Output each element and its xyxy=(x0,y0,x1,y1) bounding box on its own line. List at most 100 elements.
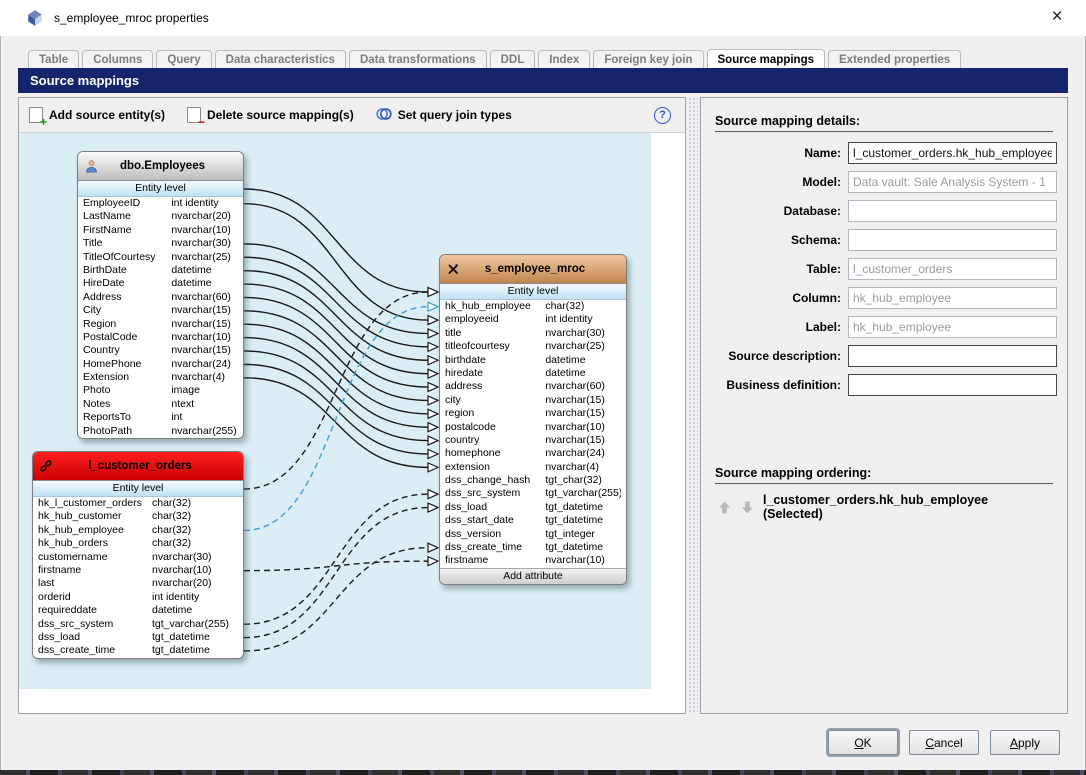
attr-row[interactable]: postalcode nvarchar(10) xyxy=(440,420,626,434)
move-up-icon[interactable] xyxy=(717,500,732,515)
attr-row[interactable]: dss_src_system tgt_varchar(255) xyxy=(440,487,626,501)
move-down-icon[interactable] xyxy=(740,500,755,515)
schema-input xyxy=(848,229,1057,251)
delete-mapping-label: Delete source mapping(s) xyxy=(207,108,354,122)
attr-row[interactable]: LastName nvarchar(20) xyxy=(78,210,243,224)
mapping-wire[interactable] xyxy=(243,560,429,572)
attr-row[interactable]: customername nvarchar(30) xyxy=(33,550,243,564)
attr-row[interactable]: Country nvarchar(15) xyxy=(78,344,243,358)
attr-row[interactable]: dss_change_hash tgt_char(32) xyxy=(440,474,626,488)
entity-l-customer-orders[interactable]: l_customer_orders Entity level hk_l_custom… xyxy=(32,451,244,659)
mapping-canvas[interactable]: dbo.Employees Entity level EmployeeID int i… xyxy=(19,133,651,689)
mapping-wire[interactable] xyxy=(243,269,429,361)
attr-row[interactable]: title nvarchar(30) xyxy=(440,326,626,341)
tab-data-transformations[interactable]: Data transformations xyxy=(348,50,487,68)
tab-query[interactable]: Query xyxy=(156,50,212,68)
attr-row[interactable]: requireddate datetime xyxy=(33,604,243,618)
arrow-head-icon xyxy=(427,542,440,554)
attr-row[interactable]: titleofcourtesy nvarchar(25) xyxy=(440,340,626,354)
attr-row[interactable]: region nvarchar(15) xyxy=(440,407,626,421)
link-icon xyxy=(33,459,59,473)
attr-row[interactable]: dss_create_time tgt_datetime xyxy=(440,541,626,555)
attr-row[interactable]: address nvarchar(60) xyxy=(440,380,626,394)
attr-row[interactable]: Notes ntext xyxy=(78,397,243,412)
tab-columns[interactable]: Columns xyxy=(82,50,154,68)
ordering-item[interactable]: l_customer_orders.hk_hub_employee (Selec… xyxy=(763,493,1051,521)
mapping-wire[interactable] xyxy=(243,188,429,293)
entity-level-row: Entity level xyxy=(440,284,626,300)
tab-table[interactable]: Table xyxy=(28,50,80,68)
attr-row[interactable]: extension nvarchar(4) xyxy=(440,460,626,475)
help-icon[interactable]: ? xyxy=(654,106,671,124)
attr-row[interactable]: employeeid int identity xyxy=(440,313,626,327)
mapping-wire[interactable] xyxy=(243,291,429,490)
attr-row[interactable]: dss_create_time tgt_datetime xyxy=(33,644,243,658)
add-source-entity-button[interactable]: + Add source entity(s) xyxy=(29,107,165,128)
add-attribute-button[interactable]: Add attribute xyxy=(440,567,626,584)
attr-row[interactable]: last nvarchar(20) xyxy=(33,577,243,591)
attr-row[interactable]: PhotoPath nvarchar(255) xyxy=(78,424,243,439)
attr-row[interactable]: Region nvarchar(15) xyxy=(78,317,243,331)
tab-extended-properties[interactable]: Extended properties xyxy=(828,50,962,68)
attr-row[interactable]: firstname nvarchar(10) xyxy=(440,554,626,568)
mapping-wire[interactable] xyxy=(243,310,429,402)
attr-row[interactable]: EmployeeID int identity xyxy=(78,197,243,211)
attr-row[interactable]: orderid int identity xyxy=(33,590,243,605)
attr-row[interactable]: hk_hub_employee char(32) xyxy=(33,523,243,538)
attr-row[interactable]: Title nvarchar(30) xyxy=(78,237,243,251)
attr-row[interactable]: dss_start_date tgt_datetime xyxy=(440,514,626,528)
attr-row[interactable]: hk_hub_orders char(32) xyxy=(33,537,243,551)
tab-ddl[interactable]: DDL xyxy=(489,50,536,68)
attr-row[interactable]: ReportsTo int xyxy=(78,411,243,425)
mapping-wire[interactable] xyxy=(243,547,429,652)
attr-row[interactable]: PostalCode nvarchar(10) xyxy=(78,330,243,345)
mapping-wire[interactable] xyxy=(243,506,429,639)
attr-row[interactable]: Address nvarchar(60) xyxy=(78,290,243,305)
attr-row[interactable]: birthdate datetime xyxy=(440,353,626,367)
attr-row[interactable]: BirthDate datetime xyxy=(78,263,243,278)
attr-row[interactable]: homephone nvarchar(24) xyxy=(440,447,626,461)
set-query-join-types-button[interactable]: Set query join types xyxy=(376,107,512,124)
attr-row[interactable]: dss_src_system tgt_varchar(255) xyxy=(33,617,243,631)
mapping-wire[interactable] xyxy=(243,323,429,415)
attr-row[interactable]: HireDate datetime xyxy=(78,277,243,291)
attr-row[interactable]: hk_hub_customer char(32) xyxy=(33,510,243,524)
tab-index[interactable]: Index xyxy=(538,50,591,68)
entity-s-employee-mroc[interactable]: s_employee_mroc Entity level hk_hub_employ… xyxy=(439,254,627,585)
attr-row[interactable]: Photo image xyxy=(78,384,243,398)
mapping-wire[interactable] xyxy=(243,493,429,625)
attr-row[interactable]: Extension nvarchar(4) xyxy=(78,371,243,385)
close-icon[interactable]: × xyxy=(1044,4,1070,30)
tab-foreign-key-join[interactable]: Foreign key join xyxy=(593,50,704,68)
attr-row[interactable]: firstname nvarchar(10) xyxy=(33,563,243,578)
attr-row[interactable]: HomePhone nvarchar(24) xyxy=(78,357,243,372)
attr-row[interactable]: dss_load tgt_datetime xyxy=(440,500,626,515)
mapping-wire[interactable] xyxy=(243,256,429,348)
cancel-button[interactable]: Cancel xyxy=(909,730,979,755)
mapping-wire[interactable] xyxy=(243,350,429,442)
tab-source-mappings[interactable]: Source mappings xyxy=(706,49,825,68)
attr-row[interactable]: city nvarchar(15) xyxy=(440,393,626,408)
delete-source-mapping-button[interactable]: − Delete source mapping(s) xyxy=(187,107,354,128)
attr-row[interactable]: dss_load tgt_datetime xyxy=(33,630,243,645)
mapping-wire[interactable] xyxy=(243,283,429,375)
apply-button[interactable]: Apply xyxy=(990,730,1060,755)
mapping-wire[interactable] xyxy=(243,296,429,388)
mapping-wire[interactable] xyxy=(243,363,429,455)
mapping-wire[interactable] xyxy=(243,336,429,428)
name-input[interactable] xyxy=(848,142,1057,164)
attr-row[interactable]: City nvarchar(15) xyxy=(78,304,243,318)
ok-button[interactable]: OK xyxy=(828,730,898,755)
attr-row[interactable]: country nvarchar(15) xyxy=(440,433,626,448)
entity-dbo-employees[interactable]: dbo.Employees Entity level EmployeeID int i… xyxy=(77,151,244,440)
attr-row[interactable]: hk_hub_employee char(32) xyxy=(440,300,626,314)
business-definition-input[interactable] xyxy=(848,374,1057,396)
tab-data-characteristics[interactable]: Data characteristics xyxy=(214,50,346,68)
source-description-input[interactable] xyxy=(848,345,1057,367)
attr-row[interactable]: hk_l_customer_orders char(32) xyxy=(33,497,243,511)
attr-row[interactable]: dss_version tgt_integer xyxy=(440,527,626,542)
attr-row[interactable]: FirstName nvarchar(10) xyxy=(78,223,243,238)
attr-row[interactable]: TitleOfCourtesy nvarchar(25) xyxy=(78,250,243,264)
panel-splitter[interactable] xyxy=(688,97,698,714)
attr-row[interactable]: hiredate datetime xyxy=(440,366,626,381)
